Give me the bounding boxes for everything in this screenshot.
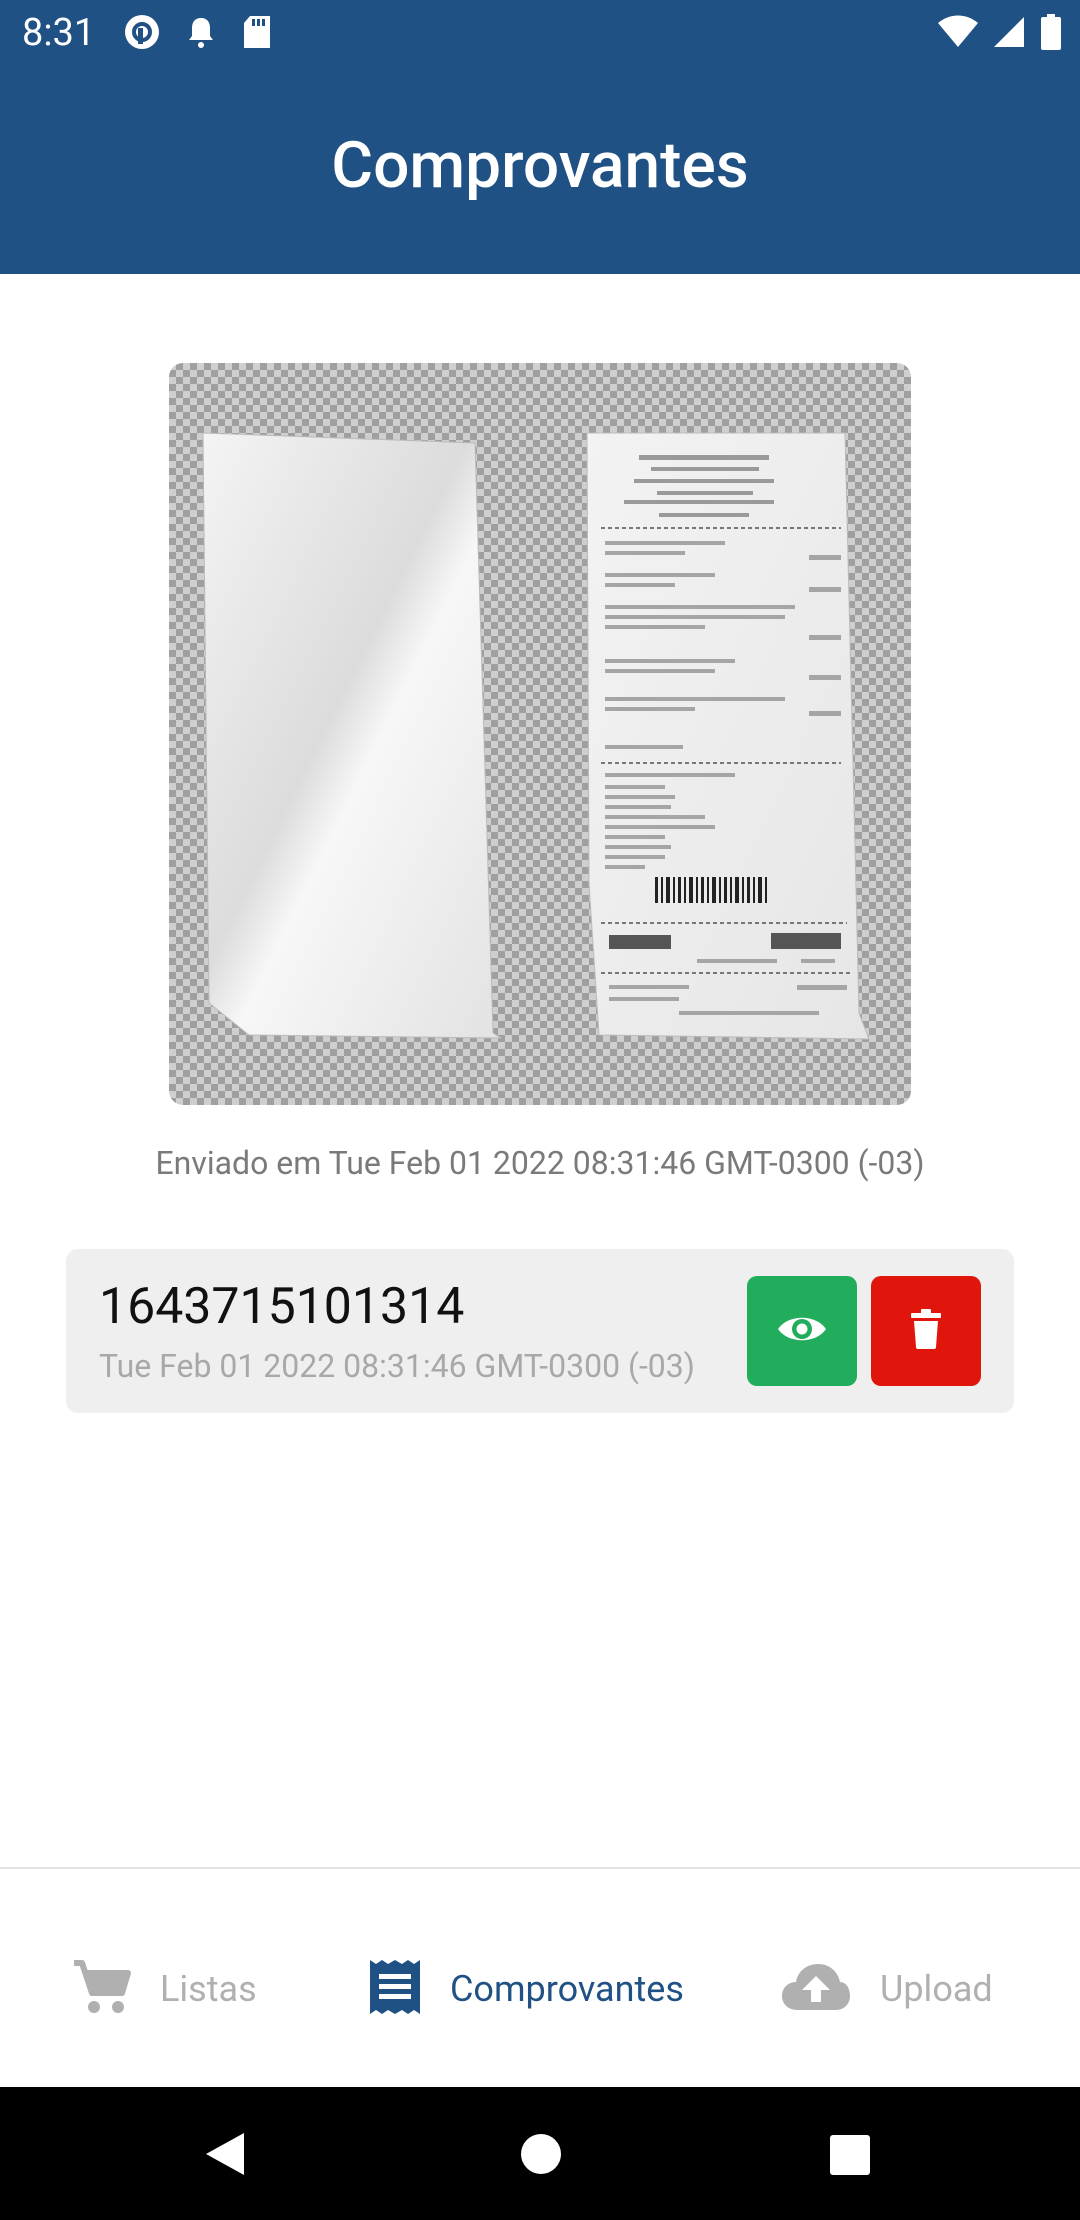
battery-icon [1040, 14, 1062, 54]
system-nav-bar [0, 2087, 1080, 2220]
wifi-icon [938, 15, 978, 53]
sent-date: Enviado em Tue Feb 01 2022 08:31:46 GMT-… [155, 1144, 925, 1182]
view-receipt-button[interactable] [747, 1276, 857, 1386]
cloud-upload-icon [780, 1962, 852, 2016]
receipt-card[interactable]: 1643715101314 Tue Feb 01 2022 08:31:46 G… [66, 1249, 1014, 1413]
nav-label-upload: Upload [880, 1968, 993, 2010]
receipt-list-icon [368, 1958, 422, 2020]
pocket-casts-icon [124, 14, 160, 54]
delete-receipt-button[interactable] [871, 1276, 981, 1386]
page-title: Comprovantes [331, 128, 749, 203]
nav-item-comprovantes[interactable]: Comprovantes [368, 1954, 684, 2024]
receipt-date: Tue Feb 01 2022 08:31:46 GMT-0300 (-03) [99, 1347, 695, 1385]
nav-label-listas: Listas [160, 1968, 257, 2010]
eye-icon [776, 1312, 828, 1350]
bottom-nav: Listas Comprovantes Upload [0, 1867, 1080, 2087]
recents-icon[interactable] [828, 2131, 872, 2181]
status-bar: 8:31 [0, 0, 1080, 66]
nav-item-upload[interactable]: Upload [780, 1954, 993, 2024]
receipt-id: 1643715101314 [99, 1278, 465, 1336]
cart-icon [72, 1959, 132, 2019]
cell-signal-icon [992, 15, 1026, 53]
nav-label-comprovantes: Comprovantes [450, 1968, 684, 2010]
notification-bell-icon [184, 14, 218, 54]
trash-icon [911, 1309, 941, 1353]
back-icon[interactable] [204, 2131, 248, 2181]
app-bar: Comprovantes [0, 66, 1080, 274]
receipt-image[interactable] [169, 363, 911, 1105]
status-time: 8:31 [22, 11, 96, 55]
home-icon[interactable] [519, 2131, 563, 2181]
nav-item-listas[interactable]: Listas [72, 1954, 257, 2024]
sd-card-icon [242, 14, 272, 54]
